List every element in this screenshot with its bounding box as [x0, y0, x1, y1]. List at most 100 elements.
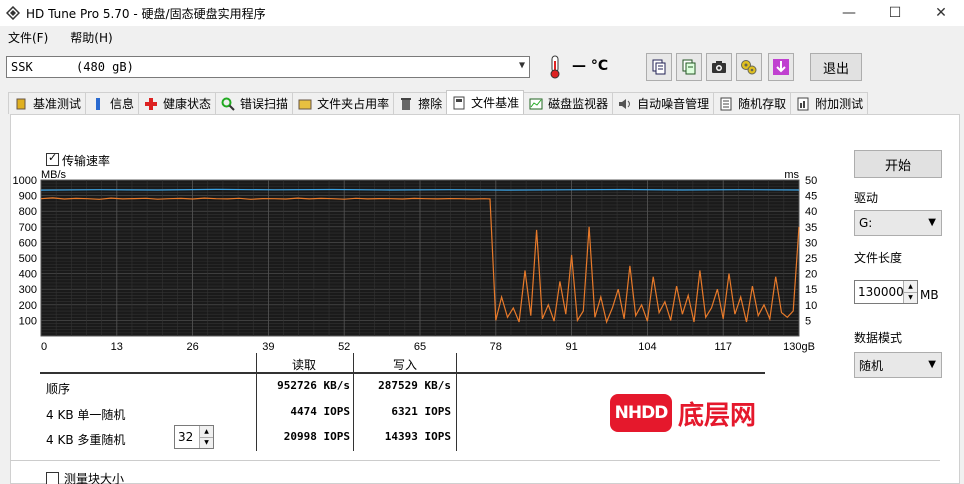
spin-up-icon[interactable]: ▲: [200, 426, 213, 438]
tab-label: 自动噪音管理: [637, 97, 710, 111]
y-left-tick-label: 500: [19, 253, 37, 265]
maximize-button[interactable]: ☐: [872, 0, 918, 26]
y-left-tick-label: 800: [19, 206, 37, 218]
row-4k-multi-write: 14393 IOPS: [384, 430, 451, 443]
drive-combo[interactable]: G: ▼: [854, 210, 942, 236]
start-button[interactable]: 开始: [854, 150, 942, 178]
row-4k-single-write: 6321 IOPS: [391, 405, 451, 418]
close-button[interactable]: ✕: [918, 0, 964, 26]
block-size-label: 测量块大小: [64, 472, 125, 484]
chevron-down-icon: ▼: [518, 60, 525, 71]
spin-up-icon[interactable]: ▲: [904, 281, 917, 293]
tab-error-scan[interactable]: 错误扫描: [215, 92, 294, 114]
tab-random-access[interactable]: 随机存取: [713, 92, 792, 114]
x-tick-label: 91: [565, 341, 577, 353]
drive-combo-value: G:: [859, 216, 873, 230]
copy-text-button[interactable]: [646, 53, 672, 81]
tab-label: 附加测试: [815, 97, 864, 111]
tab-erase[interactable]: 擦除: [393, 92, 448, 114]
copy-info-button[interactable]: [676, 53, 702, 81]
download-arrow-icon: [773, 59, 789, 75]
tab-label: 磁盘监视器: [548, 97, 609, 111]
y-right-unit-label: ms: [784, 170, 799, 181]
file-length-spinner[interactable]: ▲ ▼: [903, 281, 917, 303]
transfer-rate-label: 传输速率: [62, 154, 111, 168]
y-right-tick-label: 50: [805, 175, 817, 187]
extra-tests-icon: [795, 96, 811, 112]
drive-select[interactable]: SSK (480 gB) ▼: [6, 56, 530, 78]
queue-depth-spinner[interactable]: ▲ ▼: [199, 426, 213, 448]
x-tick-label: 117: [714, 341, 732, 353]
menu-file[interactable]: 文件(F): [0, 29, 56, 46]
x-tick-label: 65: [414, 341, 426, 353]
data-mode-combo[interactable]: 随机 ▼: [854, 352, 942, 378]
save-button[interactable]: [768, 53, 794, 81]
tab-benchmark[interactable]: 基准测试: [8, 92, 87, 114]
file-length-input[interactable]: 130000 ▲ ▼: [854, 280, 918, 304]
file-length-label: 文件长度: [854, 251, 903, 265]
tab-info[interactable]: 信息: [85, 92, 140, 114]
chevron-down-icon: ▼: [928, 359, 936, 370]
y-right-tick-label: 20: [805, 269, 817, 281]
options-button[interactable]: [736, 53, 762, 81]
menu-help[interactable]: 帮助(H): [62, 29, 120, 46]
benchmark-chart: 1000900800700600500400300200100504540353…: [13, 170, 818, 353]
table-divider: [353, 353, 354, 451]
copy-info-icon: [682, 59, 696, 75]
file-benchmark-icon: [451, 95, 467, 111]
x-tick-label: 39: [262, 341, 274, 353]
tab-label: 文件基准: [471, 96, 520, 110]
row-4k-single-label: 4 KB 单一随机: [46, 408, 126, 422]
write-header: 写入: [393, 358, 418, 372]
tab-folder[interactable]: 文件夹占用率: [292, 92, 395, 114]
row-sequential-read: 952726 KB/s: [277, 379, 350, 392]
thermometer-icon: [542, 53, 568, 81]
x-tick-label: 26: [186, 341, 198, 353]
screenshot-button[interactable]: [706, 53, 732, 81]
tab-disk-monitor[interactable]: 磁盘监视器: [523, 92, 614, 114]
info-icon: [90, 96, 106, 112]
tab-noise[interactable]: 自动噪音管理: [612, 92, 715, 114]
tab-label: 随机存取: [738, 97, 787, 111]
spin-down-icon[interactable]: ▼: [200, 437, 213, 448]
file-length-value: 130000: [858, 285, 904, 299]
row-sequential-label: 顺序: [46, 382, 71, 396]
row-4k-multi-label: 4 KB 多重随机: [46, 433, 126, 447]
chevron-down-icon: ▼: [928, 217, 936, 228]
y-left-tick-label: 400: [19, 269, 37, 281]
tab-label: 健康状态: [163, 97, 212, 111]
drive-label: 驱动: [854, 191, 879, 205]
y-left-tick-label: 300: [19, 284, 37, 296]
transfer-rate-checkbox[interactable]: [46, 151, 59, 166]
row-4k-multi-read: 20998 IOPS: [283, 430, 350, 443]
window-controls: — ☐ ✕: [826, 0, 964, 26]
minimize-button[interactable]: —: [826, 0, 872, 26]
watermark-logo: NHDD: [610, 394, 672, 432]
tab-label: 信息: [110, 97, 135, 111]
title-bar: HD Tune Pro 5.70 - 硬盘/固态硬盘实用程序 — ☐ ✕: [0, 0, 964, 26]
x-tick-label: 130gB: [783, 341, 815, 353]
read-header: 读取: [292, 358, 317, 372]
y-left-tick-label: 900: [19, 191, 37, 203]
exit-button[interactable]: 退出: [810, 53, 862, 81]
copy-text-icon: [652, 59, 666, 75]
app-logo-icon: [6, 6, 20, 20]
x-tick-label: 104: [638, 341, 656, 353]
erase-icon: [398, 96, 414, 112]
table-header-line: [40, 372, 765, 374]
section-divider: [10, 460, 940, 461]
tab-extra-tests[interactable]: 附加测试: [790, 92, 869, 114]
tab-health[interactable]: 健康状态: [138, 92, 217, 114]
y-left-tick-label: 700: [19, 222, 37, 234]
x-tick-label: 0: [41, 341, 47, 353]
tab-file-benchmark[interactable]: 文件基准: [446, 90, 525, 114]
temperature-readout: — °C: [572, 58, 609, 74]
menu-bar: 文件(F) 帮助(H): [0, 26, 964, 48]
queue-depth-input[interactable]: 32 ▲ ▼: [174, 425, 214, 449]
folder-icon: [297, 96, 313, 112]
drive-select-value: SSK (480 gB): [11, 60, 134, 74]
file-length-unit: MB: [920, 288, 939, 302]
spin-down-icon[interactable]: ▼: [904, 292, 917, 303]
series-line-read: [40, 188, 800, 191]
block-size-checkbox[interactable]: [46, 472, 59, 484]
